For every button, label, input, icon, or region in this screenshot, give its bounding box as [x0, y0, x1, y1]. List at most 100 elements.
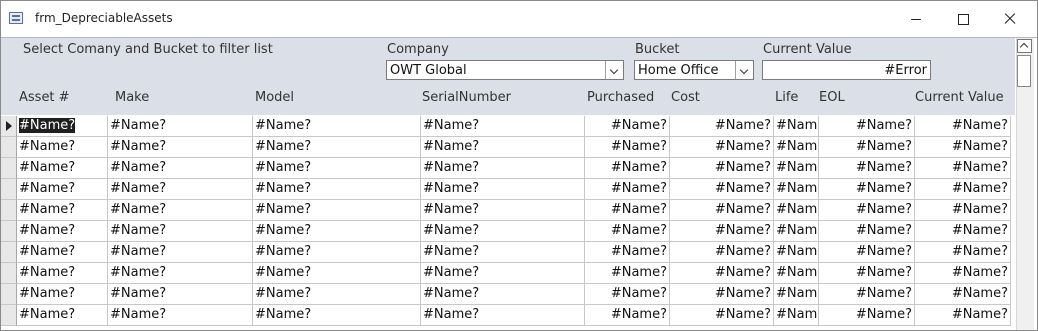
cell-asset[interactable]: #Name? — [17, 200, 108, 221]
cell-serialnumber[interactable]: #Name? — [421, 242, 585, 263]
cell-life[interactable]: #Name? — [774, 242, 819, 263]
record-selector[interactable] — [1, 221, 17, 242]
table-row[interactable]: #Name? #Name? #Name? #Name? #Name? #Name? #Nam… — [1, 158, 1011, 179]
cell-cost[interactable]: #Name? — [670, 116, 774, 137]
cell-cost[interactable]: #Name? — [670, 179, 774, 200]
table-row[interactable]: #Name? #Name? #Name? #Name? #Name? #Name? #Nam… — [1, 242, 1011, 263]
cell-cost[interactable]: #Name? — [670, 137, 774, 158]
cell-purchased[interactable]: #Name? — [585, 158, 670, 179]
cell-eol[interactable]: #Name? — [819, 158, 915, 179]
cell-current-value[interactable]: #Name? — [915, 242, 1011, 263]
cell-purchased[interactable]: #Name? — [585, 284, 670, 305]
table-row[interactable]: #Name? #Name? #Name? #Name? #Name? #Name? #Nam… — [1, 221, 1011, 242]
cell-life[interactable]: #Name? — [774, 221, 819, 242]
cell-make[interactable]: #Name? — [108, 116, 253, 137]
cell-model[interactable]: #Name? — [253, 221, 421, 242]
table-row[interactable]: #Name? #Name? #Name? #Name? #Name? #Name? #Nam… — [1, 116, 1011, 137]
cell-current-value[interactable]: #Name? — [915, 263, 1011, 284]
record-selector[interactable] — [1, 179, 17, 200]
cell-life[interactable]: #Name? — [774, 179, 819, 200]
cell-current-value[interactable]: #Name? — [915, 200, 1011, 221]
cell-asset[interactable]: #Name? — [17, 284, 108, 305]
cell-cost[interactable]: #Name? — [670, 305, 774, 326]
cell-make[interactable]: #Name? — [108, 200, 253, 221]
cell-eol[interactable]: #Name? — [819, 200, 915, 221]
table-row[interactable]: #Name? #Name? #Name? #Name? #Name? #Name? #Nam… — [1, 179, 1011, 200]
cell-serialnumber[interactable]: #Name? — [421, 137, 585, 158]
cell-serialnumber[interactable]: #Name? — [421, 179, 585, 200]
cell-asset[interactable]: #Name? — [17, 158, 108, 179]
cell-asset[interactable]: #Name? — [17, 179, 108, 200]
cell-serialnumber[interactable]: #Name? — [421, 158, 585, 179]
cell-model[interactable]: #Name? — [253, 158, 421, 179]
cell-cost[interactable]: #Name? — [670, 158, 774, 179]
record-selector[interactable] — [1, 116, 17, 137]
cell-cost[interactable]: #Name? — [670, 200, 774, 221]
current-value-field[interactable]: #Error — [762, 60, 931, 80]
cell-make[interactable]: #Name? — [108, 284, 253, 305]
table-row[interactable]: #Name? #Name? #Name? #Name? #Name? #Name? #Nam… — [1, 137, 1011, 158]
cell-purchased[interactable]: #Name? — [585, 137, 670, 158]
cell-serialnumber[interactable]: #Name? — [421, 221, 585, 242]
close-button[interactable] — [987, 1, 1033, 37]
cell-cost[interactable]: #Name? — [670, 284, 774, 305]
cell-life[interactable]: #Name? — [774, 200, 819, 221]
title-bar[interactable]: frm_DepreciableAssets — [1, 1, 1037, 38]
cell-serialnumber[interactable]: #Name? — [421, 263, 585, 284]
cell-model[interactable]: #Name? — [253, 263, 421, 284]
cell-asset[interactable]: #Name? — [17, 116, 108, 137]
cell-current-value[interactable]: #Name? — [915, 137, 1011, 158]
cell-life[interactable]: #Name? — [774, 158, 819, 179]
cell-asset[interactable]: #Name? — [17, 305, 108, 326]
record-selector[interactable] — [1, 242, 17, 263]
cell-life[interactable]: #Name? — [774, 116, 819, 137]
cell-model[interactable]: #Name? — [253, 305, 421, 326]
cell-serialnumber[interactable]: #Name? — [421, 305, 585, 326]
cell-eol[interactable]: #Name? — [819, 137, 915, 158]
maximize-button[interactable] — [941, 1, 987, 37]
cell-life[interactable]: #Name? — [774, 137, 819, 158]
cell-cost[interactable]: #Name? — [670, 242, 774, 263]
chevron-down-icon[interactable] — [735, 61, 753, 79]
record-selector[interactable] — [1, 200, 17, 221]
cell-current-value[interactable]: #Name? — [915, 221, 1011, 242]
chevron-up-icon[interactable] — [1017, 39, 1032, 53]
cell-model[interactable]: #Name? — [253, 242, 421, 263]
cell-current-value[interactable]: #Name? — [915, 284, 1011, 305]
cell-make[interactable]: #Name? — [108, 221, 253, 242]
cell-asset[interactable]: #Name? — [17, 221, 108, 242]
cell-current-value[interactable]: #Name? — [915, 179, 1011, 200]
company-combo[interactable]: OWT Global — [386, 60, 624, 80]
cell-serialnumber[interactable]: #Name? — [421, 284, 585, 305]
cell-eol[interactable]: #Name? — [819, 221, 915, 242]
table-row[interactable]: #Name? #Name? #Name? #Name? #Name? #Name? #Nam… — [1, 200, 1011, 221]
cell-eol[interactable]: #Name? — [819, 179, 915, 200]
cell-make[interactable]: #Name? — [108, 179, 253, 200]
chevron-down-icon[interactable] — [605, 61, 623, 79]
record-selector[interactable] — [1, 137, 17, 158]
cell-purchased[interactable]: #Name? — [585, 116, 670, 137]
cell-model[interactable]: #Name? — [253, 116, 421, 137]
cell-current-value[interactable]: #Name? — [915, 305, 1011, 326]
cell-eol[interactable]: #Name? — [819, 263, 915, 284]
cell-eol[interactable]: #Name? — [819, 284, 915, 305]
cell-purchased[interactable]: #Name? — [585, 200, 670, 221]
cell-eol[interactable]: #Name? — [819, 242, 915, 263]
cell-make[interactable]: #Name? — [108, 305, 253, 326]
record-selector[interactable] — [1, 305, 17, 326]
cell-make[interactable]: #Name? — [108, 242, 253, 263]
cell-make[interactable]: #Name? — [108, 263, 253, 284]
table-row[interactable]: #Name? #Name? #Name? #Name? #Name? #Name? #Nam… — [1, 263, 1011, 284]
cell-make[interactable]: #Name? — [108, 137, 253, 158]
record-selector[interactable] — [1, 263, 17, 284]
cell-serialnumber[interactable]: #Name? — [421, 116, 585, 137]
cell-purchased[interactable]: #Name? — [585, 305, 670, 326]
cell-purchased[interactable]: #Name? — [585, 179, 670, 200]
cell-current-value[interactable]: #Name? — [915, 158, 1011, 179]
cell-make[interactable]: #Name? — [108, 158, 253, 179]
cell-cost[interactable]: #Name? — [670, 263, 774, 284]
cell-model[interactable]: #Name? — [253, 179, 421, 200]
cell-asset[interactable]: #Name? — [17, 137, 108, 158]
cell-cost[interactable]: #Name? — [670, 221, 774, 242]
cell-eol[interactable]: #Name? — [819, 116, 915, 137]
